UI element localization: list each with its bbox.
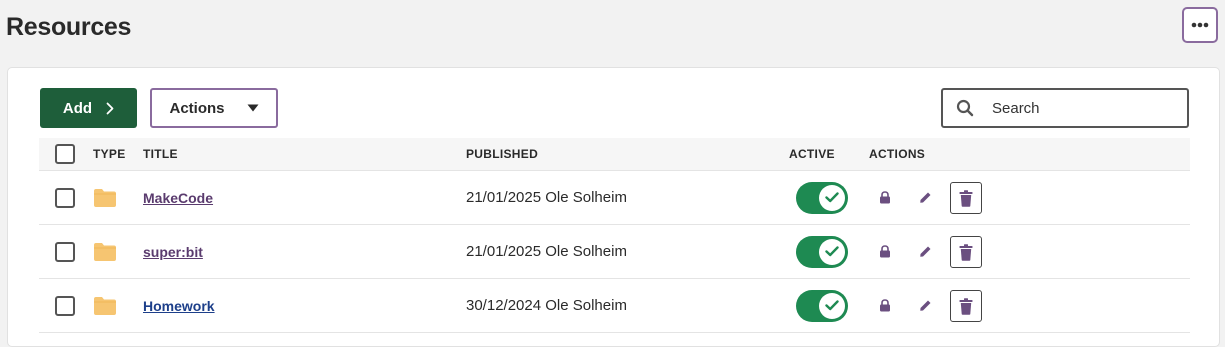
actions-dropdown[interactable]: Actions <box>150 88 278 128</box>
search-box <box>941 88 1189 128</box>
ellipsis-icon <box>1191 22 1209 28</box>
add-button-label: Add <box>62 99 93 117</box>
folder-icon <box>94 296 116 315</box>
actions-dropdown-label: Actions <box>169 99 225 117</box>
column-header-type[interactable]: TYPE <box>93 138 126 170</box>
delete-button[interactable] <box>950 182 982 214</box>
trash-icon <box>959 243 973 261</box>
check-icon <box>825 300 839 311</box>
more-options-button[interactable] <box>1182 7 1218 43</box>
table-bottom-border <box>39 332 1190 337</box>
resources-table: TYPE TITLE PUBLISHED ACTIVE ACTIONS Make… <box>39 138 1190 337</box>
column-header-actions: ACTIONS <box>869 147 926 161</box>
lock-icon[interactable] <box>879 245 891 258</box>
edit-pencil-icon[interactable] <box>919 299 932 312</box>
table-row: MakeCode 21/01/2025 Ole Solheim <box>39 170 1190 224</box>
edit-pencil-icon[interactable] <box>919 245 932 258</box>
trash-icon <box>959 189 973 207</box>
search-icon <box>956 99 974 117</box>
select-all-checkbox[interactable] <box>55 144 75 164</box>
column-header-title[interactable]: TITLE <box>143 138 178 170</box>
search-input[interactable] <box>990 98 1174 118</box>
active-toggle[interactable] <box>796 289 848 322</box>
add-button[interactable]: Add <box>40 88 137 128</box>
resource-title-link[interactable]: Homework <box>143 298 215 314</box>
edit-pencil-icon[interactable] <box>919 191 932 204</box>
folder-icon <box>94 242 116 261</box>
delete-button[interactable] <box>950 236 982 268</box>
resource-title-link[interactable]: MakeCode <box>143 190 213 206</box>
active-toggle[interactable] <box>796 181 848 214</box>
chevron-right-icon <box>106 102 114 114</box>
lock-icon[interactable] <box>879 191 891 204</box>
column-header-active[interactable]: ACTIVE <box>789 138 835 170</box>
check-icon <box>825 246 839 257</box>
column-header-published[interactable]: PUBLISHED <box>466 138 538 170</box>
lock-icon[interactable] <box>879 299 891 312</box>
resource-title-link[interactable]: super:bit <box>143 244 203 260</box>
trash-icon <box>959 297 973 315</box>
resources-card: Add Actions TYPE TITLE PUBLISHED ACTIVE <box>7 67 1220 347</box>
row-checkbox[interactable] <box>55 187 75 208</box>
published-text: 21/01/2025 Ole Solheim <box>466 243 627 260</box>
row-checkbox[interactable] <box>55 295 75 316</box>
published-text: 21/01/2025 Ole Solheim <box>466 189 627 206</box>
folder-icon <box>94 188 116 207</box>
active-toggle[interactable] <box>796 235 848 268</box>
table-header: TYPE TITLE PUBLISHED ACTIVE ACTIONS <box>39 138 1190 170</box>
published-text: 30/12/2024 Ole Solheim <box>466 297 627 314</box>
row-checkbox[interactable] <box>55 241 75 262</box>
delete-button[interactable] <box>950 290 982 322</box>
page-title: Resources <box>6 13 132 41</box>
table-row: super:bit 21/01/2025 Ole Solheim <box>39 224 1190 278</box>
table-row: Homework 30/12/2024 Ole Solheim <box>39 278 1190 332</box>
check-icon <box>825 192 839 203</box>
caret-down-icon <box>247 104 258 112</box>
